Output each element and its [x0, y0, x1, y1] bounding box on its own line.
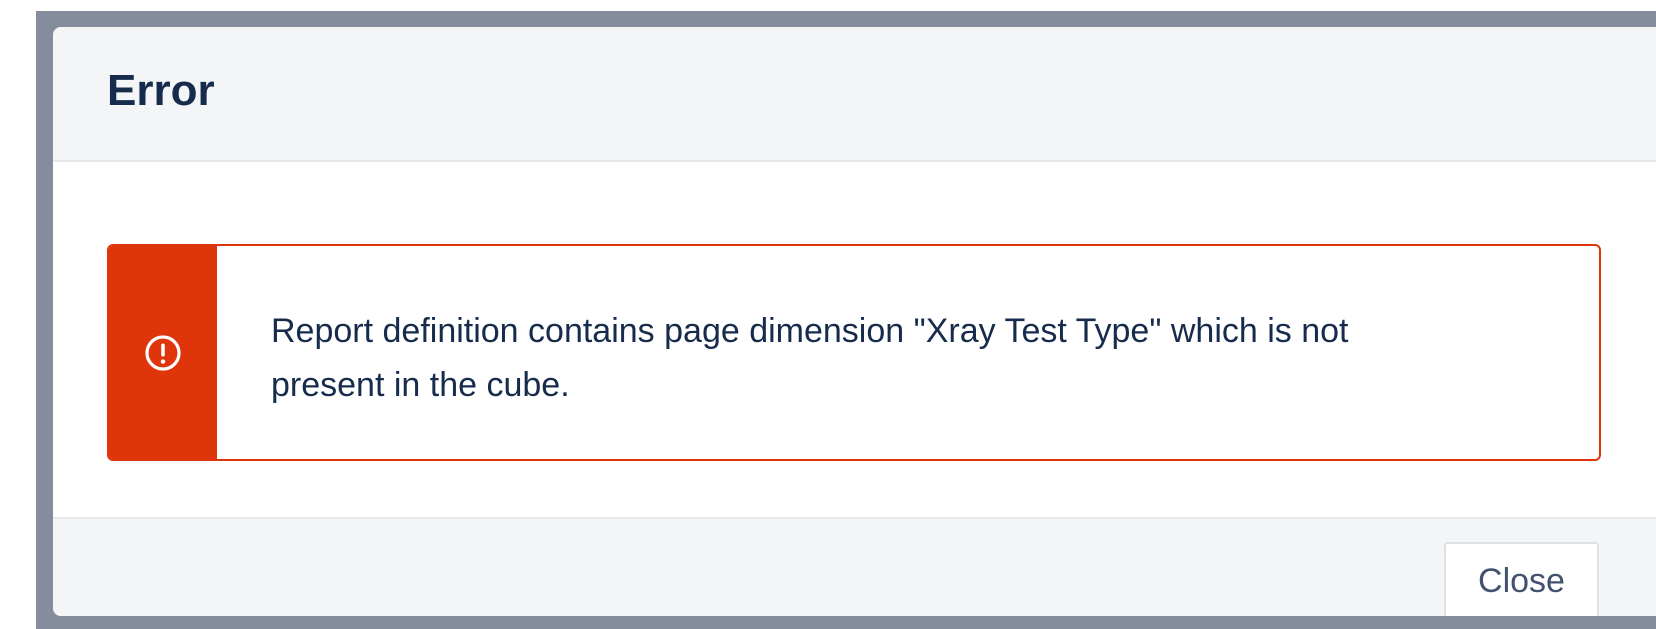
error-message-text: Report definition contains page dimensio…	[271, 312, 1349, 404]
dialog-title: Error	[107, 66, 215, 115]
error-icon-strip	[109, 246, 217, 459]
close-button[interactable]: Close	[1444, 542, 1599, 616]
error-dialog: Error Report definition contains page di…	[53, 27, 1656, 616]
exclamation-circle-icon	[145, 334, 181, 371]
dialog-body: Report definition contains page dimensio…	[53, 162, 1656, 517]
dialog-header: Error	[53, 27, 1656, 162]
error-message-box: Report definition contains page dimensio…	[107, 244, 1601, 461]
dialog-footer: Close	[53, 517, 1656, 616]
